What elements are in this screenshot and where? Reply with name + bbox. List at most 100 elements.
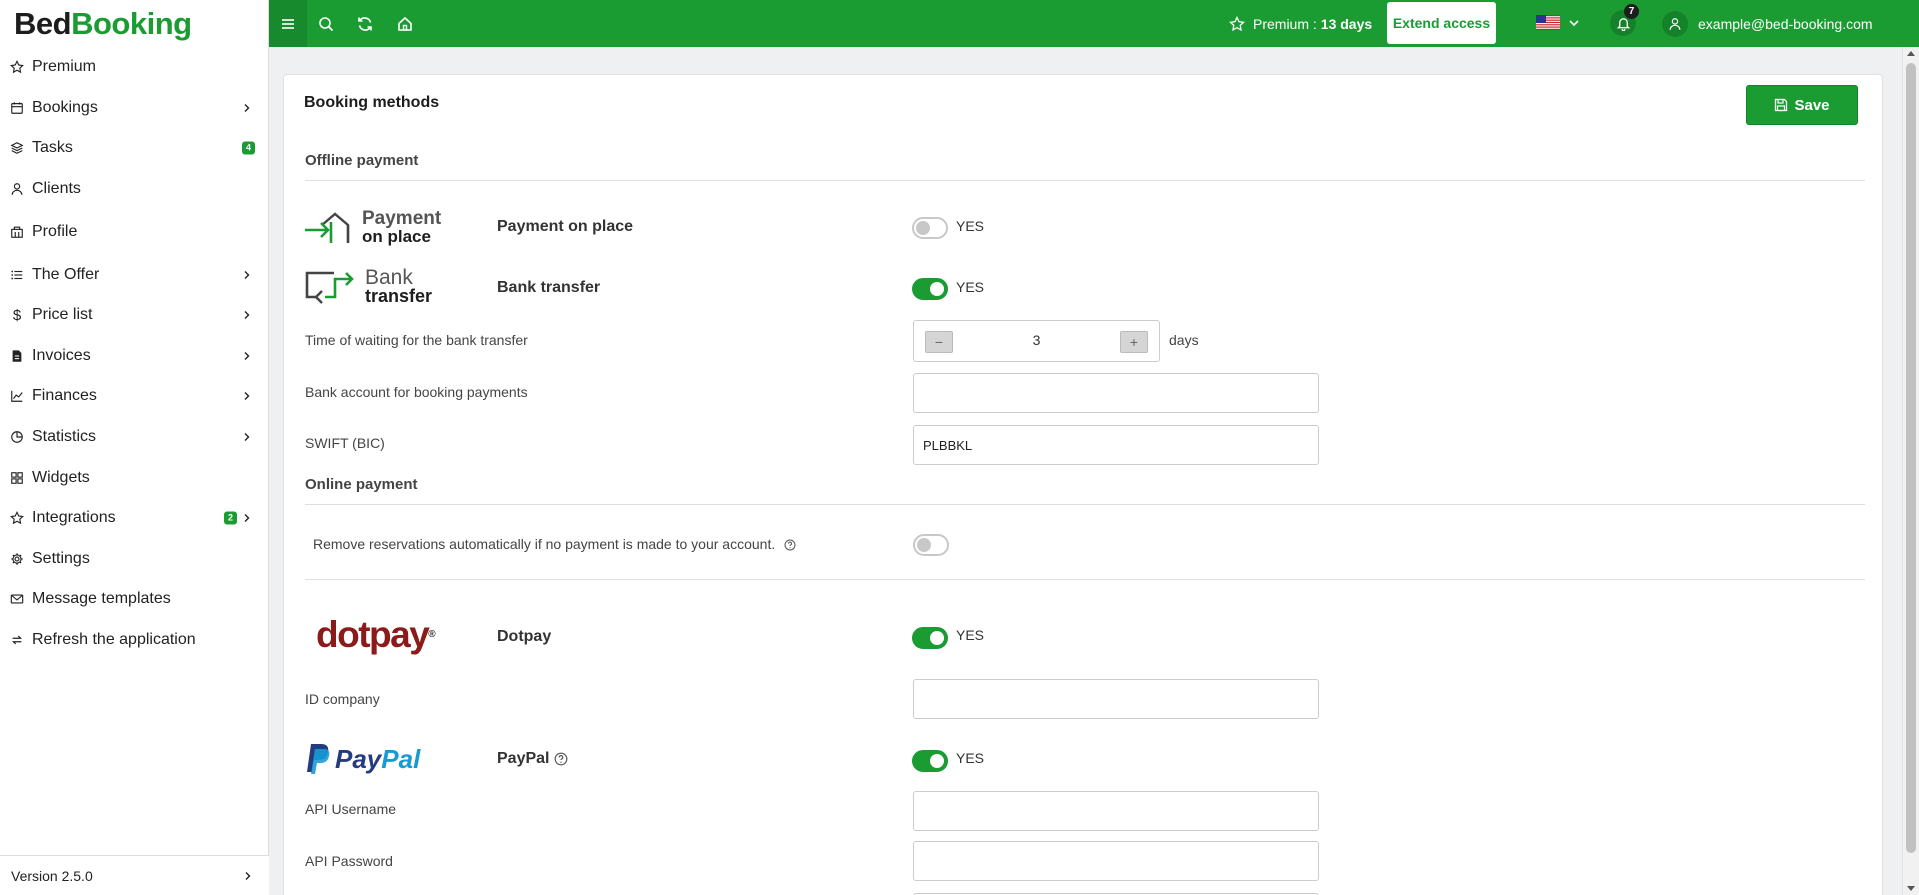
sidebar-item-price-list[interactable]: $ Price list xyxy=(0,295,268,336)
sidebar-item-label: The Offer xyxy=(32,265,100,283)
toggle-knob xyxy=(930,282,944,296)
toggle-knob xyxy=(916,221,930,235)
sidebar-item-refresh[interactable]: Refresh the application xyxy=(0,620,268,661)
waiting-time-unit: days xyxy=(1169,332,1199,348)
sidebar-item-tasks[interactable]: Tasks 4 xyxy=(0,128,268,169)
invoice-icon xyxy=(10,349,24,363)
id-company-input[interactable] xyxy=(913,679,1319,719)
us-flag-icon[interactable] xyxy=(1536,15,1560,30)
swift-label: SWIFT (BIC) xyxy=(305,435,385,451)
bank-logo-line2: transfer xyxy=(365,286,433,306)
bank-account-input[interactable] xyxy=(913,373,1319,413)
sidebar-item-the-offer[interactable]: The Offer xyxy=(0,254,268,295)
app-logo[interactable]: Bed Booking xyxy=(0,0,268,47)
dotpay-toggle[interactable] xyxy=(912,627,948,649)
sidebar-item-statistics[interactable]: Statistics xyxy=(0,417,268,458)
premium-status[interactable]: Premium : 13 days xyxy=(1229,0,1372,47)
home-icon xyxy=(398,16,412,31)
help-icon[interactable] xyxy=(784,539,796,551)
help-icon[interactable] xyxy=(554,752,568,766)
offline-payment-title: Offline payment xyxy=(305,152,419,169)
bank-transfer-logo: Bank transfer xyxy=(304,267,449,307)
sidebar-item-finances[interactable]: Finances xyxy=(0,376,268,417)
star-icon xyxy=(10,511,24,525)
scroll-up-arrow-icon[interactable] xyxy=(1907,51,1915,56)
sidebar-nav: Premium Bookings Tasks 4 Clients Profile… xyxy=(0,47,268,660)
sidebar-item-label: Premium xyxy=(32,58,97,76)
paypal-label: PayPal xyxy=(497,750,550,767)
sidebar-item-clients[interactable]: Clients xyxy=(0,169,268,210)
sidebar-item-widgets[interactable]: Widgets xyxy=(0,457,268,498)
swift-input[interactable] xyxy=(913,425,1319,465)
payment-on-place-toggle[interactable] xyxy=(912,217,948,239)
star-icon xyxy=(1229,15,1245,31)
paypal-logo-pal: Pal xyxy=(381,743,421,774)
sidebar-item-integrations[interactable]: Integrations 2 xyxy=(0,498,268,539)
booking-methods-card: Booking methods Save Offline payment Pay… xyxy=(283,74,1883,895)
transfer-icon xyxy=(305,271,354,304)
top-bar: Premium : 13 days Extend access 7 exampl… xyxy=(269,0,1919,47)
version-bar[interactable]: Version 2.5.0 xyxy=(0,855,269,895)
sidebar-item-label: Clients xyxy=(32,180,81,198)
paypal-label-wrap: PayPal xyxy=(497,750,568,768)
search-button[interactable] xyxy=(307,0,345,47)
extend-access-button[interactable]: Extend access xyxy=(1387,2,1496,44)
refresh-button[interactable] xyxy=(346,0,384,47)
yes-label: YES xyxy=(956,218,985,234)
remove-reservations-label: Remove reservations automatically if no … xyxy=(313,536,796,552)
waiting-time-stepper[interactable]: − 3 + xyxy=(913,320,1160,362)
chevron-right-icon xyxy=(245,871,251,880)
user-menu[interactable]: example@bed-booking.com xyxy=(1662,0,1873,47)
chevron-right-icon xyxy=(244,311,250,320)
remove-reservations-toggle[interactable] xyxy=(913,534,949,556)
user-email: example@bed-booking.com xyxy=(1698,15,1873,32)
increment-button[interactable]: + xyxy=(1120,331,1148,353)
decrement-button[interactable]: − xyxy=(925,331,953,353)
api-password-input[interactable] xyxy=(913,841,1319,881)
menu-toggle-button[interactable] xyxy=(269,0,307,47)
remove-reservations-text: Remove reservations automatically if no … xyxy=(313,536,776,552)
dotpay-label: Dotpay xyxy=(497,628,552,645)
sidebar-item-label: Statistics xyxy=(32,428,97,446)
waiting-time-value[interactable]: 3 xyxy=(964,332,1109,348)
sidebar-item-label: Widgets xyxy=(32,468,90,486)
sidebar-item-invoices[interactable]: Invoices xyxy=(0,336,268,377)
sidebar-item-label: Message templates xyxy=(32,590,171,608)
sidebar-item-bookings[interactable]: Bookings xyxy=(0,88,268,129)
scrollbar-thumb[interactable] xyxy=(1906,63,1916,853)
sidebar-item-label: Tasks xyxy=(32,139,73,157)
integrations-count-badge: 2 xyxy=(223,511,237,525)
notifications-count-badge: 7 xyxy=(1624,4,1639,19)
paypal-logo: PayPal xyxy=(305,741,420,777)
home-button[interactable] xyxy=(386,0,424,47)
sidebar-item-profile[interactable]: Profile xyxy=(0,209,268,254)
sidebar-item-label: Bookings xyxy=(32,98,98,116)
chevron-down-icon[interactable] xyxy=(1568,17,1580,29)
payment-on-place-label: Payment on place xyxy=(497,218,634,235)
scroll-down-arrow-icon[interactable] xyxy=(1907,886,1915,891)
api-username-label: API Username xyxy=(305,801,397,817)
logo-text-booking: Booking xyxy=(71,5,192,41)
bank-transfer-toggle[interactable] xyxy=(912,278,948,300)
yes-label: YES xyxy=(956,750,985,766)
chevron-right-icon xyxy=(244,103,250,112)
user-icon xyxy=(10,182,24,196)
chevron-right-icon xyxy=(244,514,250,523)
page-title: Booking methods xyxy=(304,94,440,111)
sidebar-item-label: Invoices xyxy=(32,346,91,364)
sidebar-item-settings[interactable]: Settings xyxy=(0,539,268,580)
sidebar-item-label: Profile xyxy=(32,222,78,240)
api-password-label: API Password xyxy=(305,853,393,869)
paypal-toggle[interactable] xyxy=(912,750,948,772)
paypal-p-icon xyxy=(307,744,330,774)
user-icon xyxy=(1662,10,1688,37)
sidebar-item-premium[interactable]: Premium xyxy=(0,47,268,88)
save-button[interactable]: Save xyxy=(1746,85,1858,125)
sidebar-item-label: Finances xyxy=(32,387,97,405)
sidebar-item-message-templates[interactable]: Message templates xyxy=(0,579,268,620)
version-label: Version 2.5.0 xyxy=(11,867,93,884)
waiting-time-label: Time of waiting for the bank transfer xyxy=(305,332,528,348)
vertical-scrollbar[interactable] xyxy=(1902,47,1919,895)
api-username-input[interactable] xyxy=(913,791,1319,831)
dollar-icon: $ xyxy=(12,306,22,324)
